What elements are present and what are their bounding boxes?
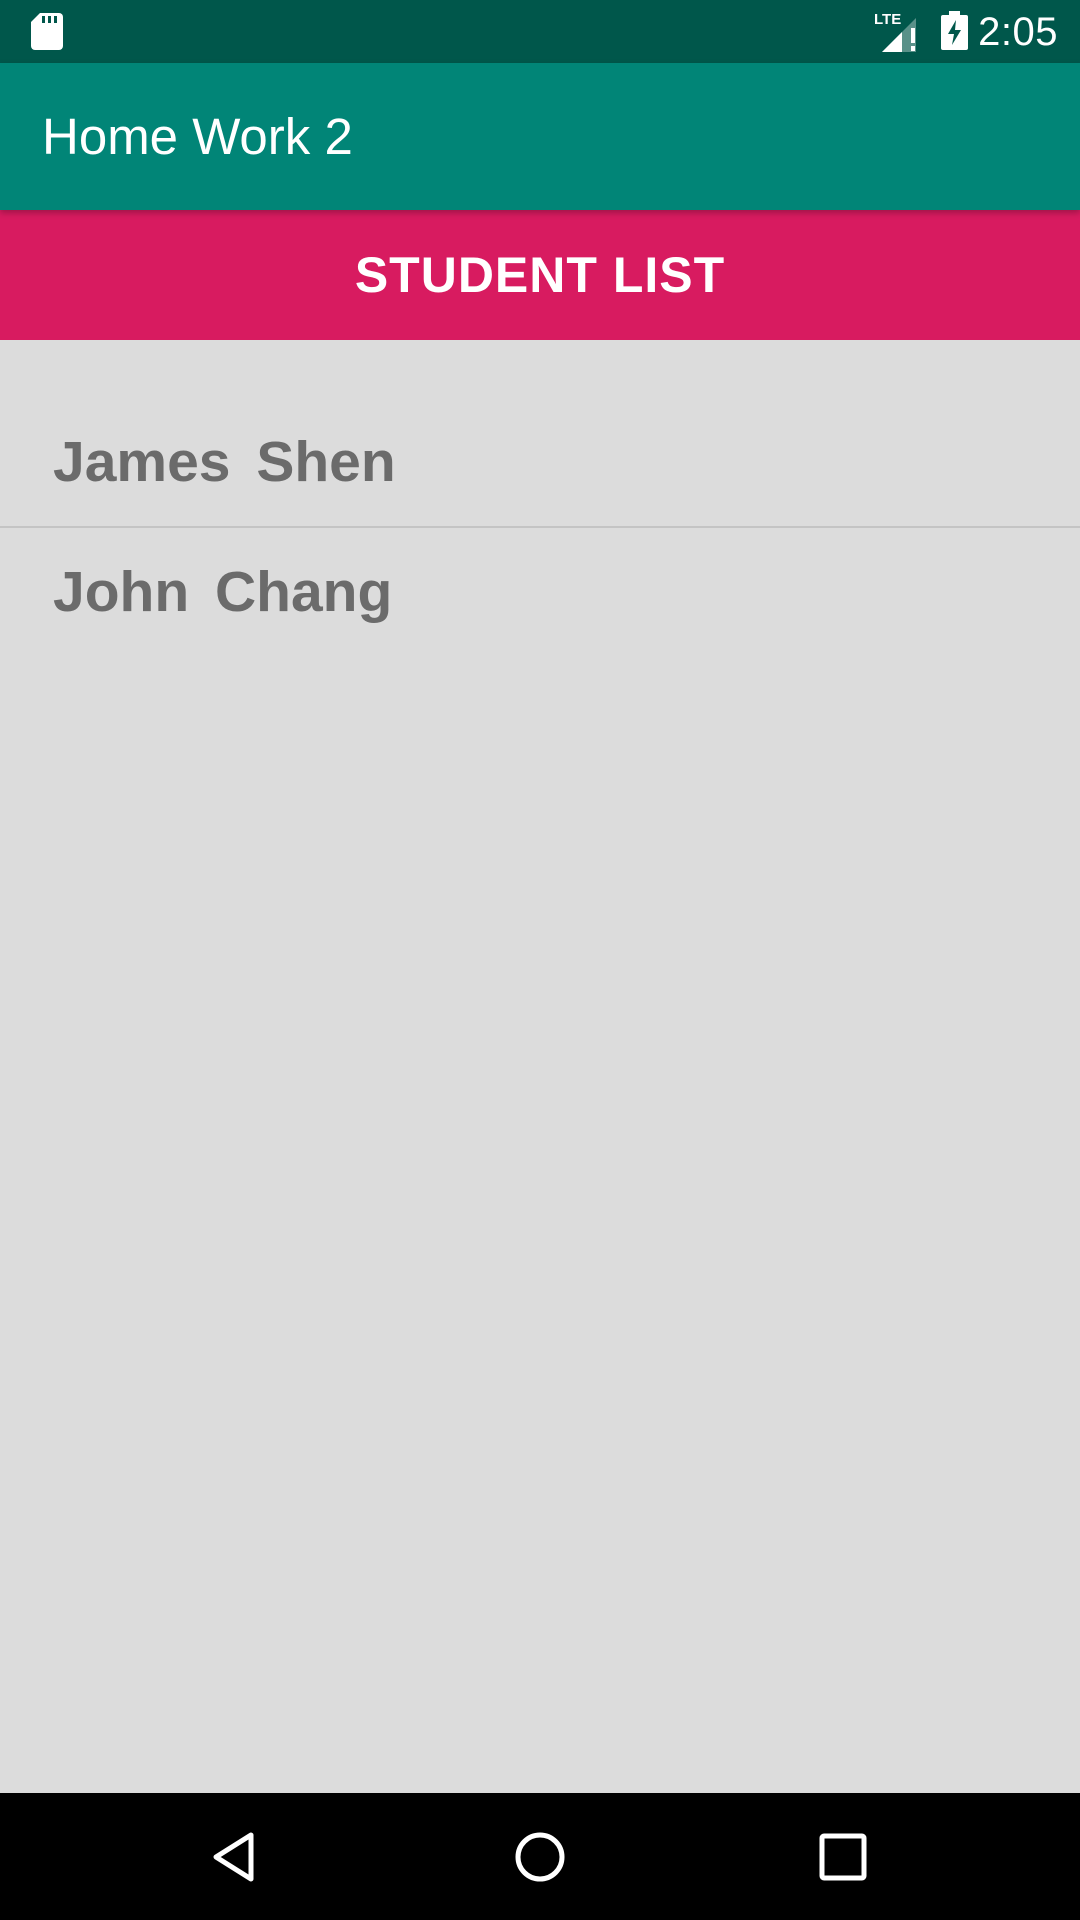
lte-label: LTE [874,11,901,28]
back-button[interactable] [171,1793,301,1920]
status-clock: 2:05 [978,10,1058,54]
student-list-button[interactable]: STUDENT LIST [0,210,1080,340]
battery-charging-icon [941,11,968,50]
home-button[interactable] [475,1793,605,1920]
student-list-item[interactable]: John Chang [0,528,1080,660]
student-name: James Shen [53,430,396,494]
navigation-bar [0,1793,1080,1920]
home-icon [515,1832,565,1882]
student-list-item[interactable]: James Shen [0,340,1080,528]
app-title: Home Work 2 [42,108,353,165]
back-icon [213,1832,254,1882]
student-list: James Shen John Chang [0,340,1080,660]
recents-icon [819,1833,867,1881]
status-bar: LTE 2:05 [0,0,1080,63]
recents-button[interactable] [778,1793,908,1920]
sd-card-icon [31,13,63,50]
app-bar: Home Work 2 [0,63,1080,210]
lte-signal-icon: LTE [874,11,916,52]
student-name: John Chang [53,560,393,624]
